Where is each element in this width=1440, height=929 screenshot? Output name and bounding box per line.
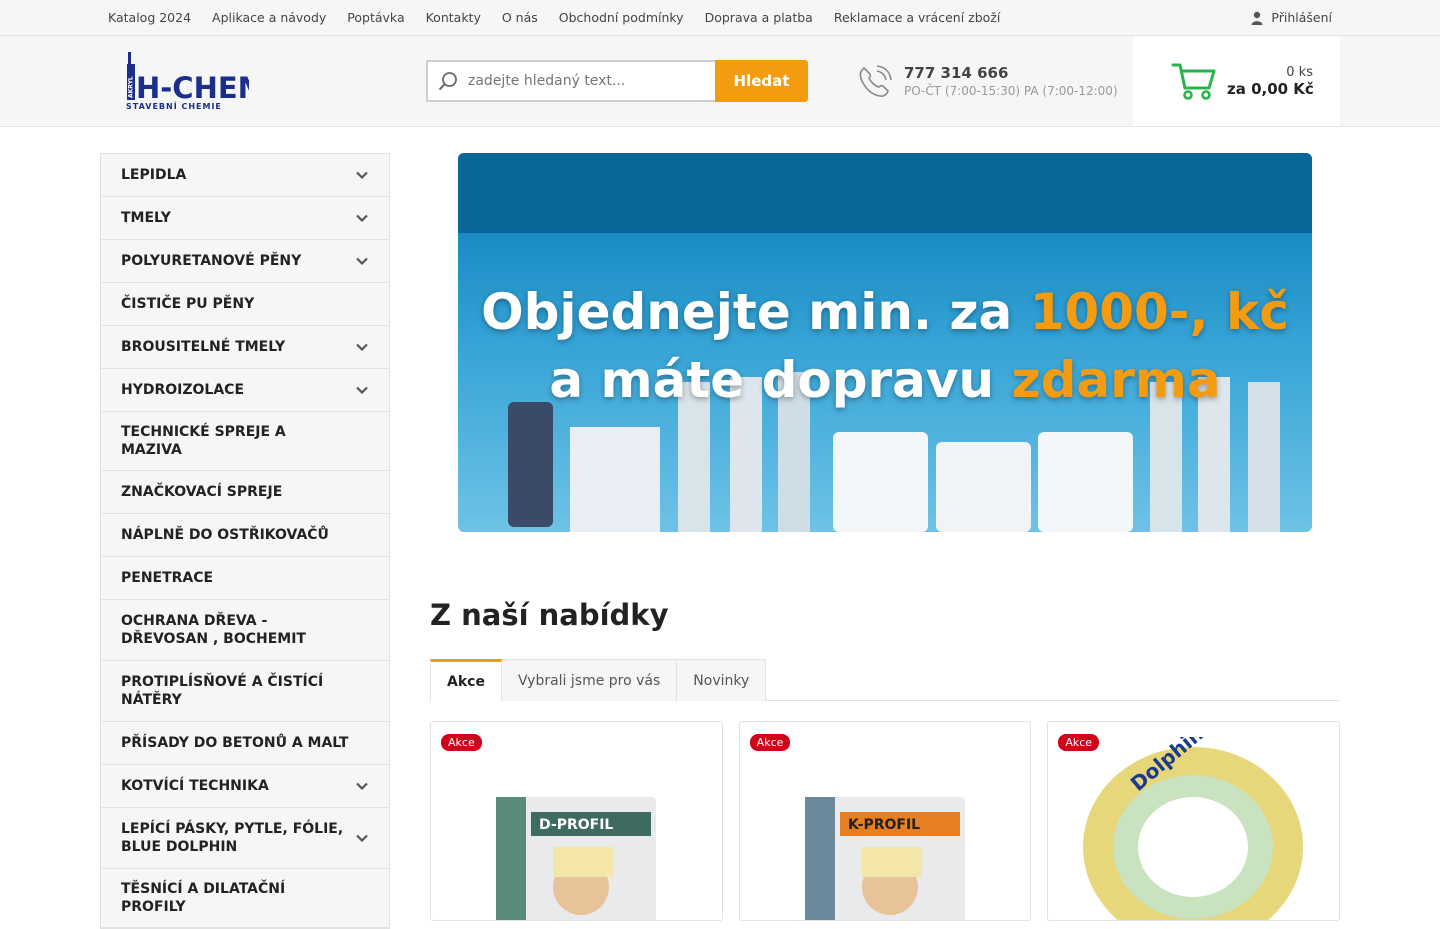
tab-vybrali-jsme[interactable]: Vybrali jsme pro vás xyxy=(500,659,678,701)
top-link-o-nas[interactable]: O nás xyxy=(502,10,538,25)
category-technicke-spreje[interactable]: TECHNICKÉ SPREJE A MAZIVA xyxy=(101,412,389,471)
category-label: PŘÍSADY DO BETONŮ A MALT xyxy=(121,735,349,751)
category-label: HYDROIZOLACE xyxy=(121,382,245,398)
category-kotvici-technika[interactable]: KOTVÍCÍ TECHNIKA xyxy=(101,765,389,808)
product-grid: Akce D-PROFIL Akce K-PROFIL Akce Dolphin xyxy=(430,721,1341,921)
top-link-obchodni-podminky[interactable]: Obchodní podmínky xyxy=(559,10,684,25)
tab-akce[interactable]: Akce xyxy=(430,659,502,702)
product-image-k-profil[interactable]: K-PROFIL xyxy=(800,792,970,921)
category-znackovaci-spreje[interactable]: ZNAČKOVACÍ SPREJE xyxy=(101,471,389,514)
login-link[interactable]: Přihlášení xyxy=(1251,10,1332,25)
category-label: PROTIPLÍSŇOVÉ A ČISTÍCÍ NÁTĚRY xyxy=(121,674,324,708)
product-card[interactable]: Akce D-PROFIL xyxy=(430,721,723,921)
top-link-reklamace[interactable]: Reklamace a vrácení zboží xyxy=(834,10,1001,25)
cart-count: 0 ks xyxy=(1286,64,1313,80)
svg-text:K-PROFIL: K-PROFIL xyxy=(848,817,920,833)
category-ochrana-dreva[interactable]: OCHRANA DŘEVA - DŘEVOSAN , BOCHEMIT xyxy=(101,600,389,661)
category-polyuretanove-peny[interactable]: POLYURETANOVÉ PĚNY xyxy=(101,240,389,283)
category-protiplisnove-natery[interactable]: PROTIPLÍSŇOVÉ A ČISTÍCÍ NÁTĚRY xyxy=(101,661,389,722)
category-tmely[interactable]: TMELY xyxy=(101,197,389,240)
search-button[interactable]: Hledat xyxy=(715,60,808,102)
product-image-masking-tape[interactable]: Dolphin xyxy=(1078,737,1308,921)
product-image-d-profil[interactable]: D-PROFIL xyxy=(491,792,661,921)
tab-novinky[interactable]: Novinky xyxy=(676,659,767,701)
category-label: LEPIDLA xyxy=(121,167,187,183)
chevron-down-icon[interactable] xyxy=(355,211,369,225)
phone-icon xyxy=(859,65,892,97)
category-label: ČISTIČE PU PĚNY xyxy=(121,296,255,312)
category-label: TĚSNÍCÍ A DILATAČNÍ PROFILY xyxy=(121,881,286,915)
category-naplne-ostrikovacu[interactable]: NÁPLNĚ DO OSTŘIKOVAČŮ xyxy=(101,514,389,557)
category-label: TMELY xyxy=(121,210,171,226)
sale-badge: Akce xyxy=(749,734,791,751)
search-icon xyxy=(438,72,457,91)
svg-text:H-CHEM: H-CHEM xyxy=(136,71,249,105)
category-cistice-pu-peny[interactable]: ČISTIČE PU PĚNY xyxy=(101,283,389,326)
chevron-down-icon[interactable] xyxy=(355,831,369,845)
user-icon xyxy=(1251,11,1263,25)
offers-tabs: Akce Vybrali jsme pro vás Novinky xyxy=(430,659,1340,702)
opening-hours: PO-ČT (7:00-15:30) PA (7:00-12:00) xyxy=(904,84,1118,98)
search-input[interactable] xyxy=(468,73,698,89)
category-label: LEPÍCÍ PÁSKY, PYTLE, FÓLIE, BLUE DOLPHIN xyxy=(121,821,344,855)
category-label: BROUSITELNÉ TMELY xyxy=(121,339,286,355)
category-label: NÁPLNĚ DO OSTŘIKOVAČŮ xyxy=(121,527,329,543)
category-hydroizolace[interactable]: HYDROIZOLACE xyxy=(101,369,389,412)
category-lepici-pasky[interactable]: LEPÍCÍ PÁSKY, PYTLE, FÓLIE, BLUE DOLPHIN xyxy=(101,808,389,869)
category-penetrace[interactable]: PENETRACE xyxy=(101,557,389,600)
top-link-poptavka[interactable]: Poptávka xyxy=(347,10,404,25)
search-form: Hledat xyxy=(426,60,808,102)
chevron-down-icon[interactable] xyxy=(355,779,369,793)
category-label: TECHNICKÉ SPREJE A MAZIVA xyxy=(121,424,286,458)
top-link-doprava[interactable]: Doprava a platba xyxy=(705,10,813,25)
svg-text:AKRYL: AKRYL xyxy=(128,76,135,98)
category-label: PENETRACE xyxy=(121,570,214,586)
header: AKRYL H-CHEM STAVEBNÍ CHEMIE Hledat 777 … xyxy=(0,36,1440,127)
chevron-down-icon[interactable] xyxy=(355,168,369,182)
site-logo[interactable]: AKRYL H-CHEM STAVEBNÍ CHEMIE xyxy=(124,50,249,112)
promo-banner[interactable]: Objednejte min. za 1000-, kč a máte dopr… xyxy=(458,153,1312,532)
contact-info: 777 314 666 PO-ČT (7:00-15:30) PA (7:00-… xyxy=(856,62,1118,100)
phone-number[interactable]: 777 314 666 xyxy=(904,64,1118,82)
top-bar: Katalog 2024 Aplikace a návody Poptávka … xyxy=(0,0,1440,36)
search-field[interactable] xyxy=(426,60,715,102)
category-label: POLYURETANOVÉ PĚNY xyxy=(121,253,302,269)
offers-title: Z naší nabídky xyxy=(430,598,669,632)
category-lepidla[interactable]: LEPIDLA xyxy=(101,154,389,197)
chevron-down-icon[interactable] xyxy=(355,383,369,397)
banner-headline-2: a máte dopravu zdarma xyxy=(549,351,1221,409)
cart-icon xyxy=(1171,63,1216,100)
banner-top-band xyxy=(458,153,1312,233)
category-label: ZNAČKOVACÍ SPREJE xyxy=(121,484,283,500)
product-card[interactable]: Akce Dolphin xyxy=(1047,721,1341,921)
category-brousitelne-tmely[interactable]: BROUSITELNÉ TMELY xyxy=(101,326,389,369)
top-link-aplikace[interactable]: Aplikace a návody xyxy=(212,10,326,25)
top-link-kontakty[interactable]: Kontakty xyxy=(426,10,481,25)
banner-headline-1: Objednejte min. za 1000-, kč xyxy=(481,283,1289,341)
sale-badge: Akce xyxy=(1058,734,1100,751)
chevron-down-icon[interactable] xyxy=(355,340,369,354)
category-sidebar: LEPIDLA TMELY POLYURETANOVÉ PĚNY ČISTIČE… xyxy=(100,153,390,929)
login-label: Přihlášení xyxy=(1271,10,1332,25)
top-link-katalog[interactable]: Katalog 2024 xyxy=(108,10,191,25)
sale-badge: Akce xyxy=(441,734,482,751)
category-prisady-betonu[interactable]: PŘÍSADY DO BETONŮ A MALT xyxy=(101,722,389,765)
category-tesnici-profily[interactable]: TĚSNÍCÍ A DILATAČNÍ PROFILY xyxy=(101,869,389,928)
cart-widget[interactable]: 0 ks za 0,00 Kč xyxy=(1133,36,1340,126)
cart-total: za 0,00 Kč xyxy=(1227,79,1314,98)
svg-text:D-PROFIL: D-PROFIL xyxy=(539,817,613,833)
svg-text:STAVEBNÍ CHEMIE: STAVEBNÍ CHEMIE xyxy=(126,100,222,111)
category-label: OCHRANA DŘEVA - DŘEVOSAN , BOCHEMIT xyxy=(121,613,306,647)
category-label: KOTVÍCÍ TECHNIKA xyxy=(121,778,269,794)
product-card[interactable]: Akce K-PROFIL xyxy=(738,721,1032,921)
chevron-down-icon[interactable] xyxy=(355,254,369,268)
top-nav: Katalog 2024 Aplikace a návody Poptávka … xyxy=(108,10,1021,25)
